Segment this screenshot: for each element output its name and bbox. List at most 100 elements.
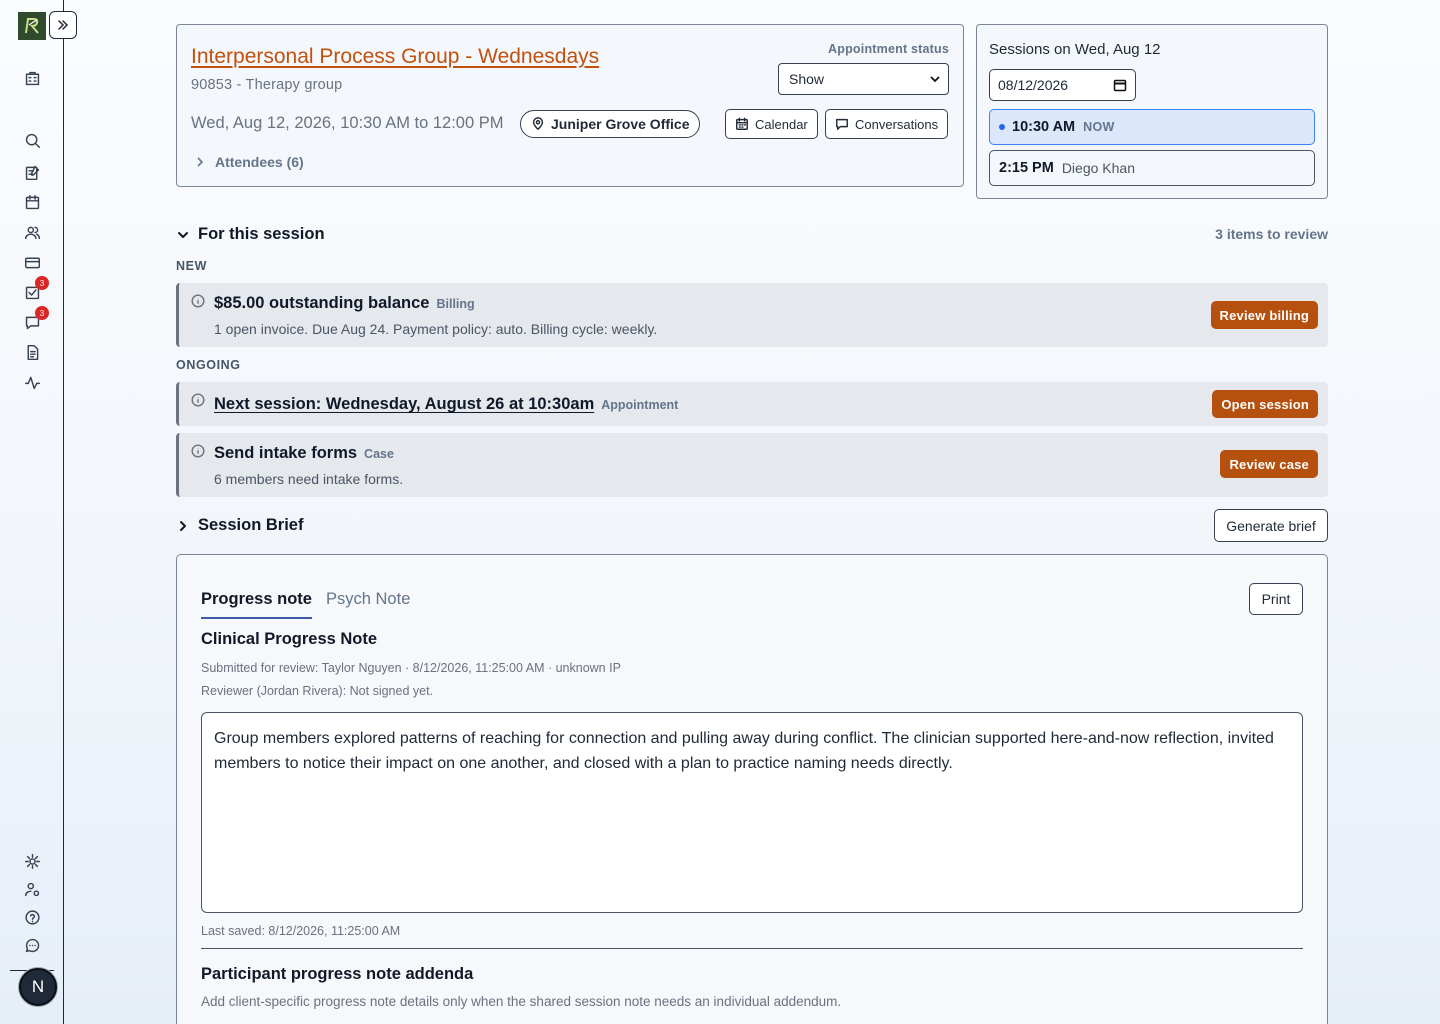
- appointment-status-label: Appointment status: [828, 42, 949, 56]
- nav-billing[interactable]: [22, 252, 42, 272]
- sessions-card: Sessions on Wed, Aug 12 08/12/2026 10:30…: [976, 24, 1328, 199]
- nav-building[interactable]: [22, 68, 42, 88]
- appointment-status-select[interactable]: Show: [778, 63, 949, 95]
- location-pill[interactable]: Juniper Grove Office: [520, 110, 701, 138]
- nav-tasks[interactable]: 3: [22, 276, 49, 302]
- session-slot-current[interactable]: 10:30 AM NOW: [989, 109, 1315, 145]
- session-slot[interactable]: 2:15 PM Diego Khan: [989, 150, 1315, 186]
- info-icon: [191, 444, 205, 458]
- message-square-icon: [836, 118, 848, 130]
- notes-icon: [25, 165, 39, 180]
- chevron-down-icon: [178, 231, 188, 238]
- review-case-button[interactable]: Review case: [1220, 450, 1318, 478]
- tasks-badge: 3: [35, 276, 49, 290]
- review-billing-button[interactable]: Review billing: [1210, 301, 1318, 329]
- nav-settings[interactable]: [22, 851, 42, 871]
- tab-progress-note[interactable]: Progress note: [201, 590, 312, 619]
- info-icon: [191, 294, 205, 308]
- next-session-link[interactable]: Next session: Wednesday, August 26 at 10…: [214, 395, 594, 414]
- tab-psych-note[interactable]: Psych Note: [326, 590, 410, 609]
- calendar-button-label: Calendar: [755, 116, 808, 132]
- item-description: 1 open invoice. Due Aug 24. Payment poli…: [214, 321, 658, 337]
- nav-help[interactable]: [22, 907, 42, 927]
- search-icon: [25, 133, 40, 148]
- status-select-value: Show: [789, 71, 825, 87]
- chevrons-right-icon: [58, 20, 69, 30]
- chevron-right-icon: [197, 157, 204, 167]
- nav-notes[interactable]: [22, 162, 42, 182]
- note-divider: [201, 948, 1303, 949]
- appointment-card: Interpersonal Process Group - Wednesdays…: [176, 24, 964, 187]
- note-body-textarea[interactable]: Group members explored patterns of reach…: [201, 712, 1303, 913]
- attendees-label: Attendees (6): [215, 154, 304, 170]
- section-heading: For this session: [198, 225, 325, 243]
- appointment-code: 90853 - Therapy group: [191, 77, 343, 93]
- item-title: Send intake forms Case: [214, 444, 394, 463]
- billing-icon: [24, 257, 40, 268]
- item-tag: Billing: [436, 297, 475, 311]
- info-icon: [191, 393, 205, 407]
- slot-client-name: Diego Khan: [1061, 160, 1135, 176]
- item-title-text: Send intake forms: [214, 444, 358, 462]
- review-item-billing: $85.00 outstanding balance Billing 1 ope…: [176, 283, 1328, 347]
- nav-users[interactable]: [22, 222, 42, 242]
- review-item-next-session: Next session: Wednesday, August 26 at 10…: [176, 382, 1328, 426]
- open-session-button[interactable]: Open session: [1212, 390, 1318, 418]
- messages-badge: 3: [35, 306, 49, 320]
- item-title: Next session: Wednesday, August 26 at 10…: [214, 395, 678, 414]
- group-label-ongoing: ONGOING: [176, 358, 241, 372]
- location-label: Juniper Grove Office: [551, 116, 690, 132]
- calendar-picker-icon[interactable]: [1113, 78, 1127, 92]
- addenda-description: Add client-specific progress note detail…: [201, 994, 842, 1009]
- addenda-title: Participant progress note addenda: [201, 965, 474, 983]
- group-label-new: NEW: [176, 259, 207, 273]
- users-icon: [24, 226, 40, 239]
- review-item-intake: Send intake forms Case 6 members need in…: [176, 433, 1328, 497]
- attendees-toggle[interactable]: Attendees (6): [195, 154, 304, 170]
- user-settings-icon: [24, 882, 39, 896]
- appointment-time: Wed, Aug 12, 2026, 10:30 AM to 12:00 PM: [191, 114, 504, 132]
- building-icon: [25, 71, 39, 85]
- nav-documents[interactable]: [22, 342, 42, 362]
- calendar-icon: [25, 194, 39, 209]
- nav-calendar[interactable]: [22, 192, 42, 212]
- note-last-saved: Last saved: 8/12/2026, 11:25:00 AM: [201, 924, 401, 938]
- user-avatar[interactable]: N: [19, 968, 57, 1006]
- leaf-logo-icon: [25, 18, 39, 34]
- conversations-button-label: Conversations: [855, 116, 939, 132]
- nav-activity[interactable]: [22, 372, 42, 392]
- item-title: $85.00 outstanding balance Billing: [214, 294, 475, 313]
- note-reviewer: Reviewer (Jordan Rivera): Not signed yet…: [201, 684, 434, 698]
- conversations-button[interactable]: Conversations: [825, 109, 949, 139]
- generate-brief-button[interactable]: Generate brief: [1214, 509, 1328, 542]
- expand-sidebar-button[interactable]: [49, 11, 77, 39]
- activity-icon: [24, 376, 40, 389]
- nav-messages[interactable]: 3: [22, 306, 49, 332]
- print-button[interactable]: Print: [1249, 583, 1303, 615]
- review-count: 3 items to review: [1215, 226, 1328, 242]
- nav-user-settings[interactable]: [22, 879, 42, 899]
- slot-time: 10:30 AM: [1012, 119, 1076, 135]
- chevron-down-icon: [930, 76, 940, 83]
- slot-now-label: NOW: [1083, 120, 1115, 134]
- note-title: Clinical Progress Note: [201, 630, 378, 648]
- item-tag: Case: [364, 447, 394, 461]
- item-tag: Appointment: [601, 398, 679, 412]
- app-logo[interactable]: [18, 12, 46, 40]
- for-this-session-toggle[interactable]: For this session: [176, 225, 325, 244]
- help-icon: [24, 909, 40, 925]
- document-icon: [27, 344, 38, 360]
- item-description: 6 members need intake forms.: [214, 471, 404, 487]
- chat-icon: [25, 938, 39, 952]
- appointment-title-link[interactable]: Interpersonal Process Group - Wednesdays: [191, 45, 599, 69]
- current-indicator: [999, 124, 1005, 130]
- session-brief-toggle[interactable]: Session Brief: [176, 516, 303, 535]
- session-date-value: 08/12/2026: [998, 77, 1069, 93]
- session-date-input[interactable]: 08/12/2026: [989, 69, 1136, 101]
- calendar-button[interactable]: Calendar: [725, 109, 818, 139]
- nav-search[interactable]: [22, 130, 42, 150]
- chevron-right-icon: [180, 520, 186, 531]
- sidebar: 3 3 N: [0, 0, 77, 1024]
- section-heading: Session Brief: [198, 516, 304, 534]
- nav-chat[interactable]: [22, 935, 42, 955]
